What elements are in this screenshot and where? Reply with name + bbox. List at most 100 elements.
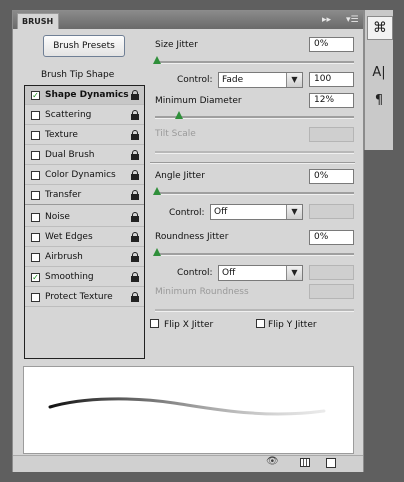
roundness-jitter-field[interactable]: 0% (309, 230, 354, 245)
list-item[interactable]: Transfer (25, 186, 144, 205)
panel-titlebar (13, 11, 363, 29)
list-item[interactable]: Scattering (25, 106, 144, 125)
tilt-scale-field (309, 127, 354, 142)
angle-jitter-thumb[interactable] (153, 187, 161, 195)
brush-tab[interactable]: BRUSH (17, 13, 59, 29)
checkbox[interactable] (31, 213, 40, 222)
brush-panel-icon[interactable]: ⌘ (367, 16, 393, 40)
list-item[interactable]: Protect Texture (25, 288, 144, 307)
list-item[interactable]: Texture (25, 126, 144, 145)
list-item[interactable]: Noise (25, 208, 144, 227)
checkbox[interactable] (31, 111, 40, 120)
roundness-control-select[interactable]: Off ▼ (218, 265, 303, 281)
lock-icon[interactable] (131, 212, 139, 222)
list-item-label: Smoothing (45, 272, 94, 282)
angle-jitter-label: Angle Jitter (155, 171, 205, 181)
checkbox[interactable]: ✓ (31, 273, 40, 282)
checkbox[interactable] (31, 191, 40, 200)
new-preset-icon[interactable] (326, 458, 336, 468)
angle-jitter-slider[interactable] (155, 192, 354, 195)
size-control-select[interactable]: Fade ▼ (218, 72, 303, 88)
min-roundness-field (309, 284, 354, 299)
grid-icon[interactable] (300, 458, 310, 467)
flip-x-checkbox[interactable] (150, 319, 159, 328)
lock-icon[interactable] (131, 130, 139, 140)
roundness-control-label: Control: (177, 268, 213, 278)
chevron-down-icon[interactable]: ▼ (286, 205, 302, 219)
list-item-label: Texture (45, 130, 78, 140)
roundness-control-field (309, 265, 354, 280)
list-item-label: Shape Dynamics (45, 90, 129, 100)
min-roundness-slider (155, 309, 354, 312)
angle-jitter-field[interactable]: 0% (309, 169, 354, 184)
list-item[interactable]: Color Dynamics (25, 166, 144, 185)
min-diameter-thumb[interactable] (175, 111, 183, 119)
min-diameter-slider[interactable] (155, 116, 354, 119)
flip-y-label: Flip Y Jitter (268, 320, 317, 330)
list-item-label: Dual Brush (45, 150, 95, 160)
lock-icon[interactable] (131, 90, 139, 100)
flip-x-label: Flip X Jitter (164, 320, 214, 330)
fade-steps-field[interactable]: 100 (309, 72, 354, 87)
size-jitter-label: Size Jitter (155, 40, 198, 50)
list-item[interactable]: Wet Edges (25, 228, 144, 247)
lock-icon[interactable] (131, 110, 139, 120)
collapsed-side-dock: ⌘ A| ¶ (364, 10, 393, 150)
list-item[interactable]: ✓ Smoothing (25, 268, 144, 287)
checkbox[interactable] (31, 233, 40, 242)
double-arrow-right-icon[interactable]: ▸▸ (322, 14, 331, 26)
angle-control-label: Control: (169, 208, 205, 218)
divider (150, 162, 355, 164)
list-item-label: Airbrush (45, 252, 83, 262)
lock-icon[interactable] (131, 292, 139, 302)
min-diameter-field[interactable]: 12% (309, 93, 354, 108)
stroke-preview-graphic (48, 397, 326, 416)
angle-control-value: Off (214, 207, 228, 217)
lock-icon[interactable] (131, 190, 139, 200)
size-control-label: Control: (177, 75, 213, 85)
flip-y-checkbox[interactable] (256, 319, 265, 328)
min-diameter-label: Minimum Diameter (155, 96, 242, 106)
lock-icon[interactable] (131, 170, 139, 180)
checkbox[interactable] (31, 171, 40, 180)
panel-bottom-bar (13, 455, 363, 472)
paragraph-icon[interactable]: ¶ (367, 90, 391, 112)
checkbox[interactable] (31, 293, 40, 302)
list-item-label: Transfer (45, 190, 82, 200)
roundness-jitter-label: Roundness Jitter (155, 232, 229, 242)
list-item-label: Protect Texture (45, 292, 113, 302)
eye-brush-icon[interactable]: 👁 (266, 456, 279, 467)
brush-settings-list: ✓ Shape Dynamics Scattering Texture Dual Bru… (24, 85, 145, 359)
panel-menu-icon[interactable]: ▾☰ (346, 14, 359, 26)
brush-stroke-preview (23, 366, 354, 454)
lock-icon[interactable] (131, 150, 139, 160)
size-jitter-thumb[interactable] (153, 56, 161, 64)
brush-tip-shape-item[interactable]: Brush Tip Shape (41, 70, 114, 80)
list-item-label: Scattering (45, 110, 92, 120)
roundness-jitter-thumb[interactable] (153, 248, 161, 256)
min-roundness-label: Minimum Roundness (155, 287, 249, 297)
chevron-down-icon[interactable]: ▼ (286, 73, 302, 87)
list-item[interactable]: ✓ Shape Dynamics (25, 86, 144, 105)
lock-icon[interactable] (131, 272, 139, 282)
character-icon[interactable]: A| (367, 62, 391, 84)
checkbox[interactable] (31, 151, 40, 160)
checkbox[interactable] (31, 253, 40, 262)
brush-tip-shape-label: Brush Tip Shape (41, 70, 115, 80)
brush-presets-button[interactable]: Brush Presets (43, 35, 125, 57)
tilt-scale-label: Tilt Scale (155, 129, 196, 139)
lock-icon[interactable] (131, 232, 139, 242)
lock-icon[interactable] (131, 252, 139, 262)
size-jitter-slider[interactable] (155, 61, 354, 64)
angle-control-select[interactable]: Off ▼ (210, 204, 303, 220)
chevron-down-icon[interactable]: ▼ (286, 266, 302, 280)
roundness-jitter-slider[interactable] (155, 253, 354, 256)
size-jitter-field[interactable]: 0% (309, 37, 354, 52)
list-item-label: Color Dynamics (45, 170, 116, 180)
checkbox[interactable]: ✓ (31, 91, 40, 100)
size-control-value: Fade (222, 75, 244, 85)
roundness-control-value: Off (222, 268, 236, 278)
checkbox[interactable] (31, 131, 40, 140)
list-item[interactable]: Airbrush (25, 248, 144, 267)
list-item[interactable]: Dual Brush (25, 146, 144, 165)
